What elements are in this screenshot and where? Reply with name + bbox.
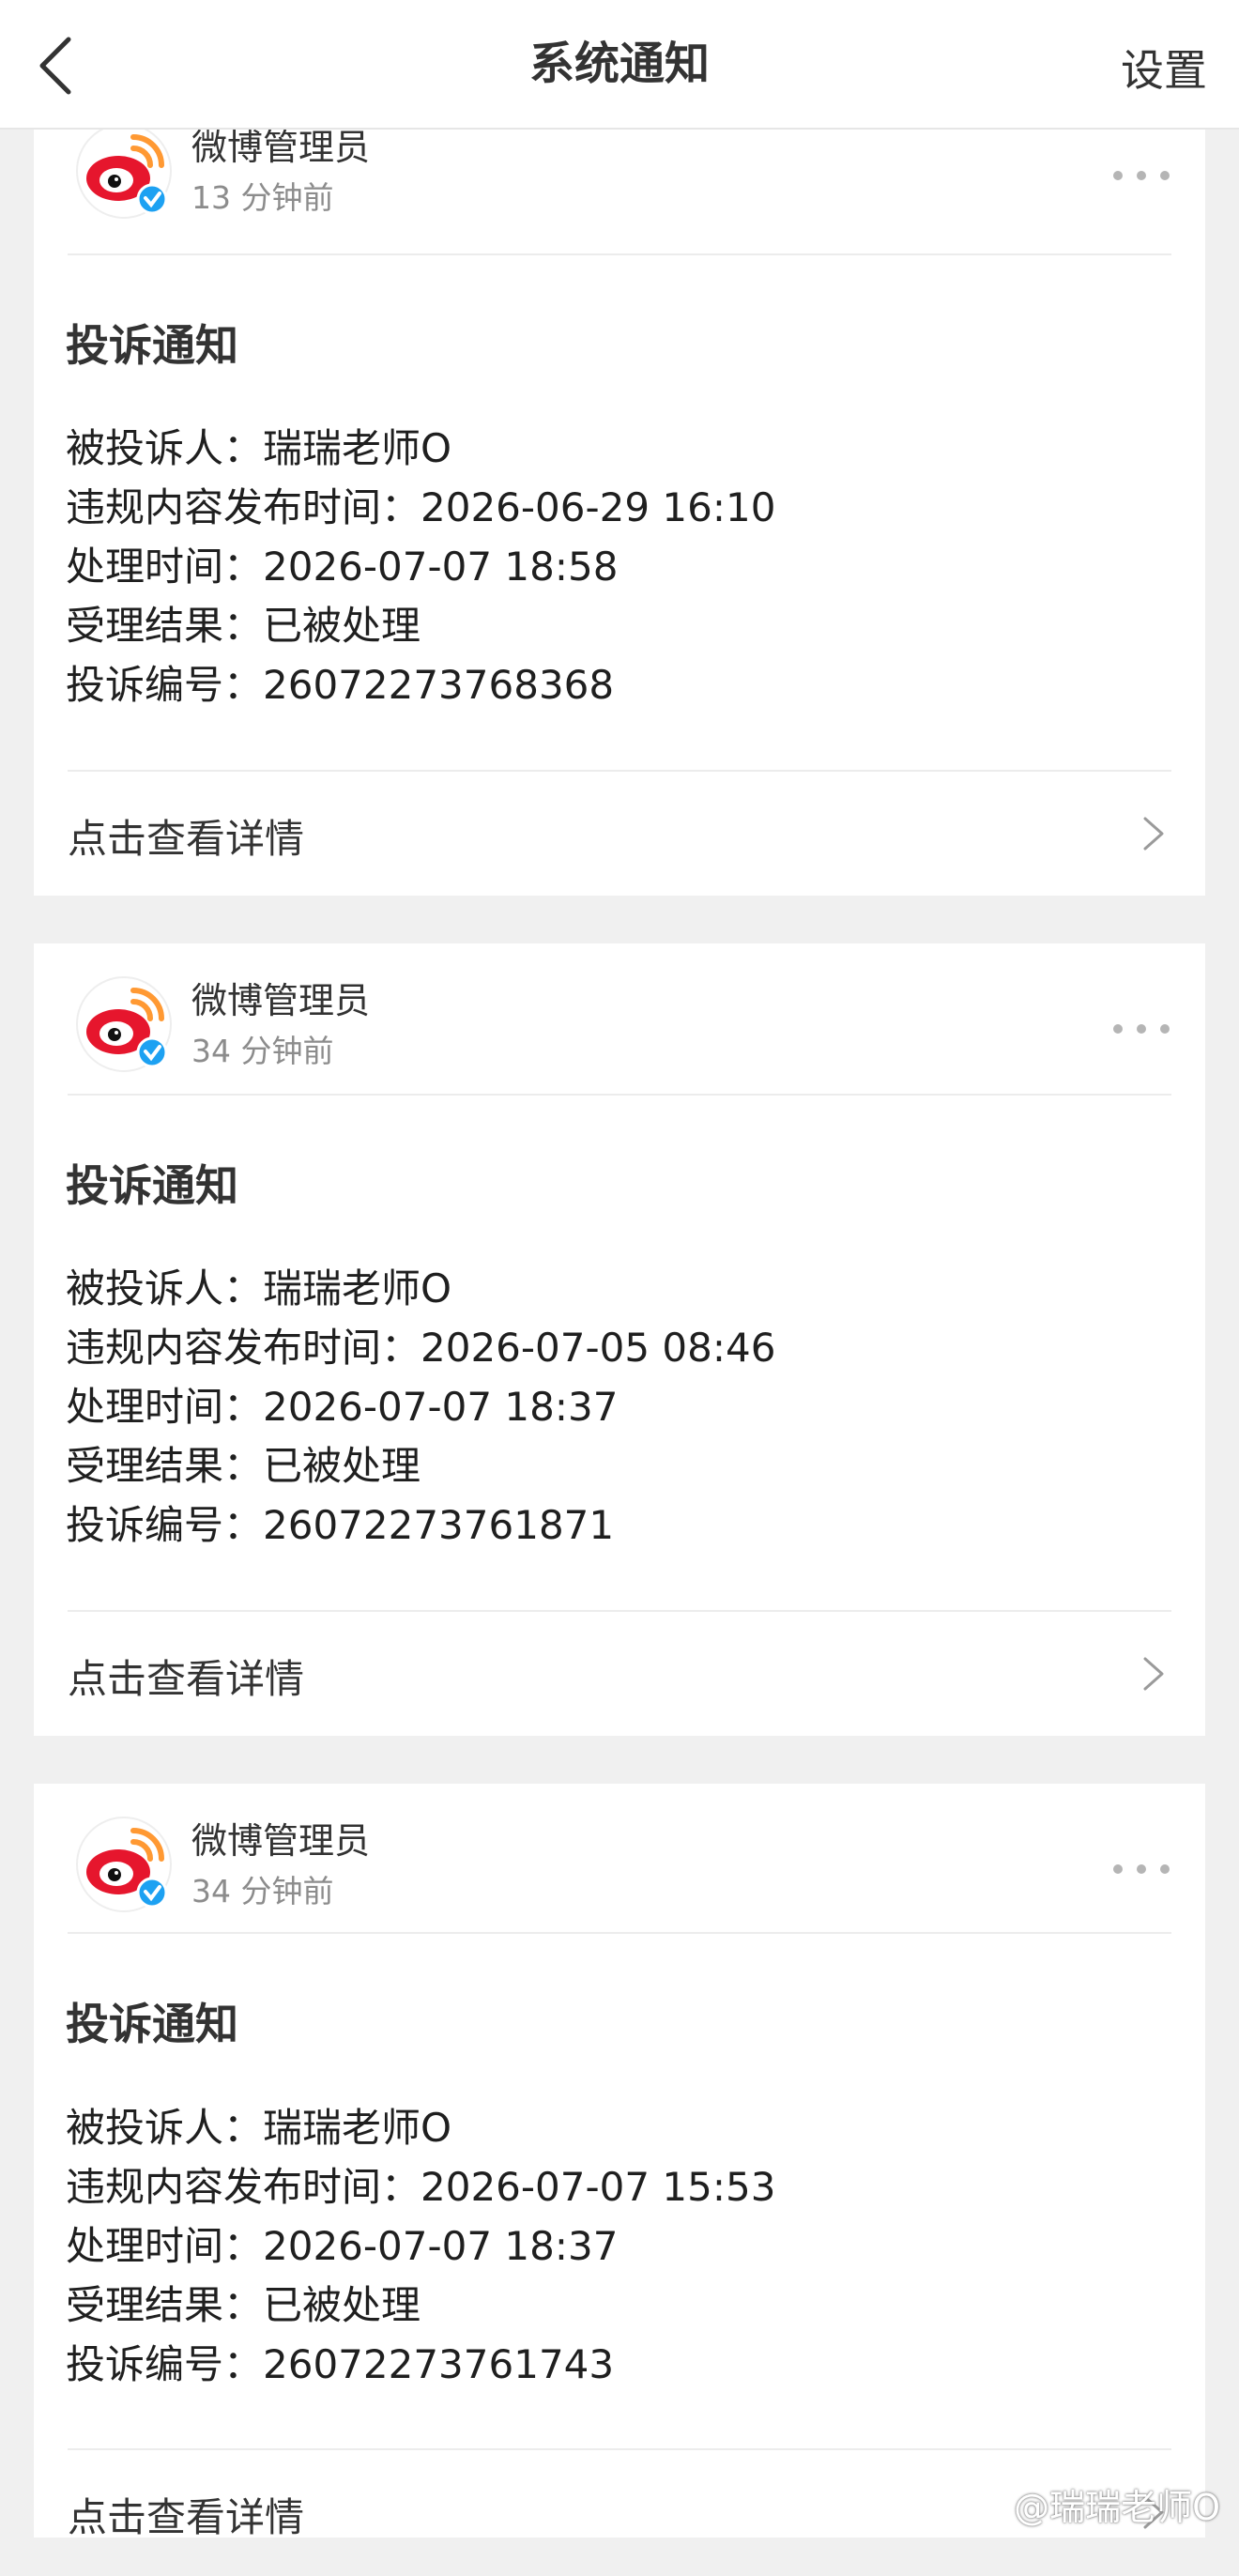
sender-name[interactable]: 微博管理员: [191, 972, 370, 1023]
watermark: @瑞瑞老师O: [963, 2478, 1220, 2530]
settings-button[interactable]: 设置: [1121, 0, 1207, 141]
detail-label: 点击查看详情: [68, 2494, 305, 2540]
notice-field: 违规内容发布时间：2026-06-29 16:10: [66, 484, 776, 530]
dot-icon: [1113, 1024, 1123, 1034]
notice-field: 处理时间：2026-07-07 18:58: [66, 544, 619, 590]
dot-icon: [1113, 171, 1123, 180]
notice-title: 投诉通知: [66, 1160, 238, 1211]
notice-field: 投诉编号：26072273768368: [66, 662, 615, 708]
notice-field: 投诉编号：26072273761871: [66, 1502, 615, 1548]
weibo-watermark-icon: [964, 2492, 1004, 2521]
avatar[interactable]: [75, 122, 173, 220]
divider: [68, 1094, 1171, 1096]
chevron-right-icon: [1143, 817, 1164, 851]
view-details-link[interactable]: 点击查看详情: [34, 772, 1205, 897]
notification-card: 微博管理员 34 分钟前 投诉通知 被投诉人：瑞瑞老师O 违规内容发布时间：20…: [34, 943, 1205, 1736]
notice-field: 处理时间：2026-07-07 18:37: [66, 2223, 619, 2269]
view-details-link[interactable]: 点击查看详情: [34, 1612, 1205, 1738]
notice-field: 受理结果：已被处理: [66, 2282, 421, 2328]
dot-icon: [1160, 1024, 1170, 1034]
notice-field: 违规内容发布时间：2026-07-07 15:53: [66, 2164, 776, 2210]
dot-icon: [1113, 1864, 1123, 1874]
notice-field: 被投诉人：瑞瑞老师O: [66, 1265, 452, 1311]
page-title: 系统通知: [528, 38, 710, 90]
chevron-right-icon: [1143, 1657, 1164, 1691]
notice-title: 投诉通知: [66, 1999, 238, 2049]
timestamp: 13 分钟前: [191, 179, 334, 216]
avatar[interactable]: [75, 975, 173, 1073]
notice-field: 被投诉人：瑞瑞老师O: [66, 2105, 452, 2151]
notification-card: 微博管理员 13 分钟前 投诉通知 被投诉人：瑞瑞老师O 违规内容发布时间：20…: [34, 123, 1205, 897]
dot-icon: [1137, 1864, 1146, 1874]
notice-title: 投诉通知: [66, 320, 238, 371]
notice-field: 投诉编号：26072273761743: [66, 2341, 615, 2387]
divider: [68, 1932, 1171, 1934]
notice-field: 受理结果：已被处理: [66, 603, 421, 649]
weibo-logo-icon: [76, 1817, 172, 1912]
detail-label: 点击查看详情: [68, 1656, 305, 1702]
more-options-button[interactable]: [1113, 161, 1170, 190]
card-header: 微博管理员 34 分钟前: [34, 1784, 1205, 1913]
weibo-logo-icon: [76, 976, 172, 1072]
avatar[interactable]: [75, 1816, 173, 1913]
nav-bar: 系统通知 设置: [0, 0, 1239, 130]
detail-label: 点击查看详情: [68, 816, 305, 862]
timestamp: 34 分钟前: [191, 1033, 334, 1069]
notice-field: 被投诉人：瑞瑞老师O: [66, 425, 452, 471]
notification-card: 微博管理员 34 分钟前 投诉通知 被投诉人：瑞瑞老师O 违规内容发布时间：20…: [34, 1784, 1205, 2540]
dot-icon: [1160, 171, 1170, 180]
weibo-logo-icon: [76, 123, 172, 219]
dot-icon: [1137, 171, 1146, 180]
dot-icon: [1137, 1024, 1146, 1034]
timestamp: 34 分钟前: [191, 1873, 334, 1909]
card-header: 微博管理员 34 分钟前: [34, 943, 1205, 1073]
notice-field: 违规内容发布时间：2026-07-05 08:46: [66, 1325, 776, 1371]
divider: [68, 253, 1171, 255]
sender-name[interactable]: 微博管理员: [191, 1812, 370, 1863]
watermark-text: @瑞瑞老师O: [1014, 2487, 1220, 2528]
more-options-button[interactable]: [1113, 1015, 1170, 1043]
more-options-button[interactable]: [1113, 1855, 1170, 1883]
notice-field: 受理结果：已被处理: [66, 1443, 421, 1489]
notice-field: 处理时间：2026-07-07 18:37: [66, 1384, 619, 1430]
dot-icon: [1160, 1864, 1170, 1874]
